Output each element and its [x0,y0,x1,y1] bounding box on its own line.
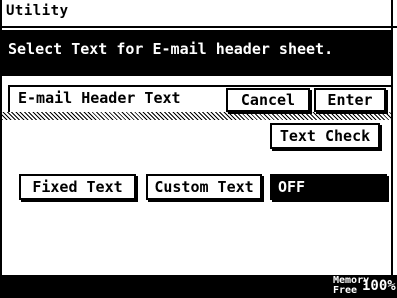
hatched-divider [2,112,391,120]
enter-button[interactable]: Enter [314,88,386,112]
email-header-text-label: E-mail Header Text [18,89,181,107]
memory-free-value: 100% [362,278,396,294]
message-panel: Select Text for E-mail header sheet. [2,30,391,76]
custom-text-button[interactable]: Custom Text [146,174,262,200]
text-check-button[interactable]: Text Check [270,123,380,149]
fixed-text-button[interactable]: Fixed Text [19,174,136,200]
page-title: Utility [6,3,69,19]
off-button[interactable]: OFF [270,174,387,200]
instruction-message: Select Text for E-mail header sheet. [8,40,334,58]
cancel-button[interactable]: Cancel [226,88,310,112]
title-divider [2,26,397,28]
